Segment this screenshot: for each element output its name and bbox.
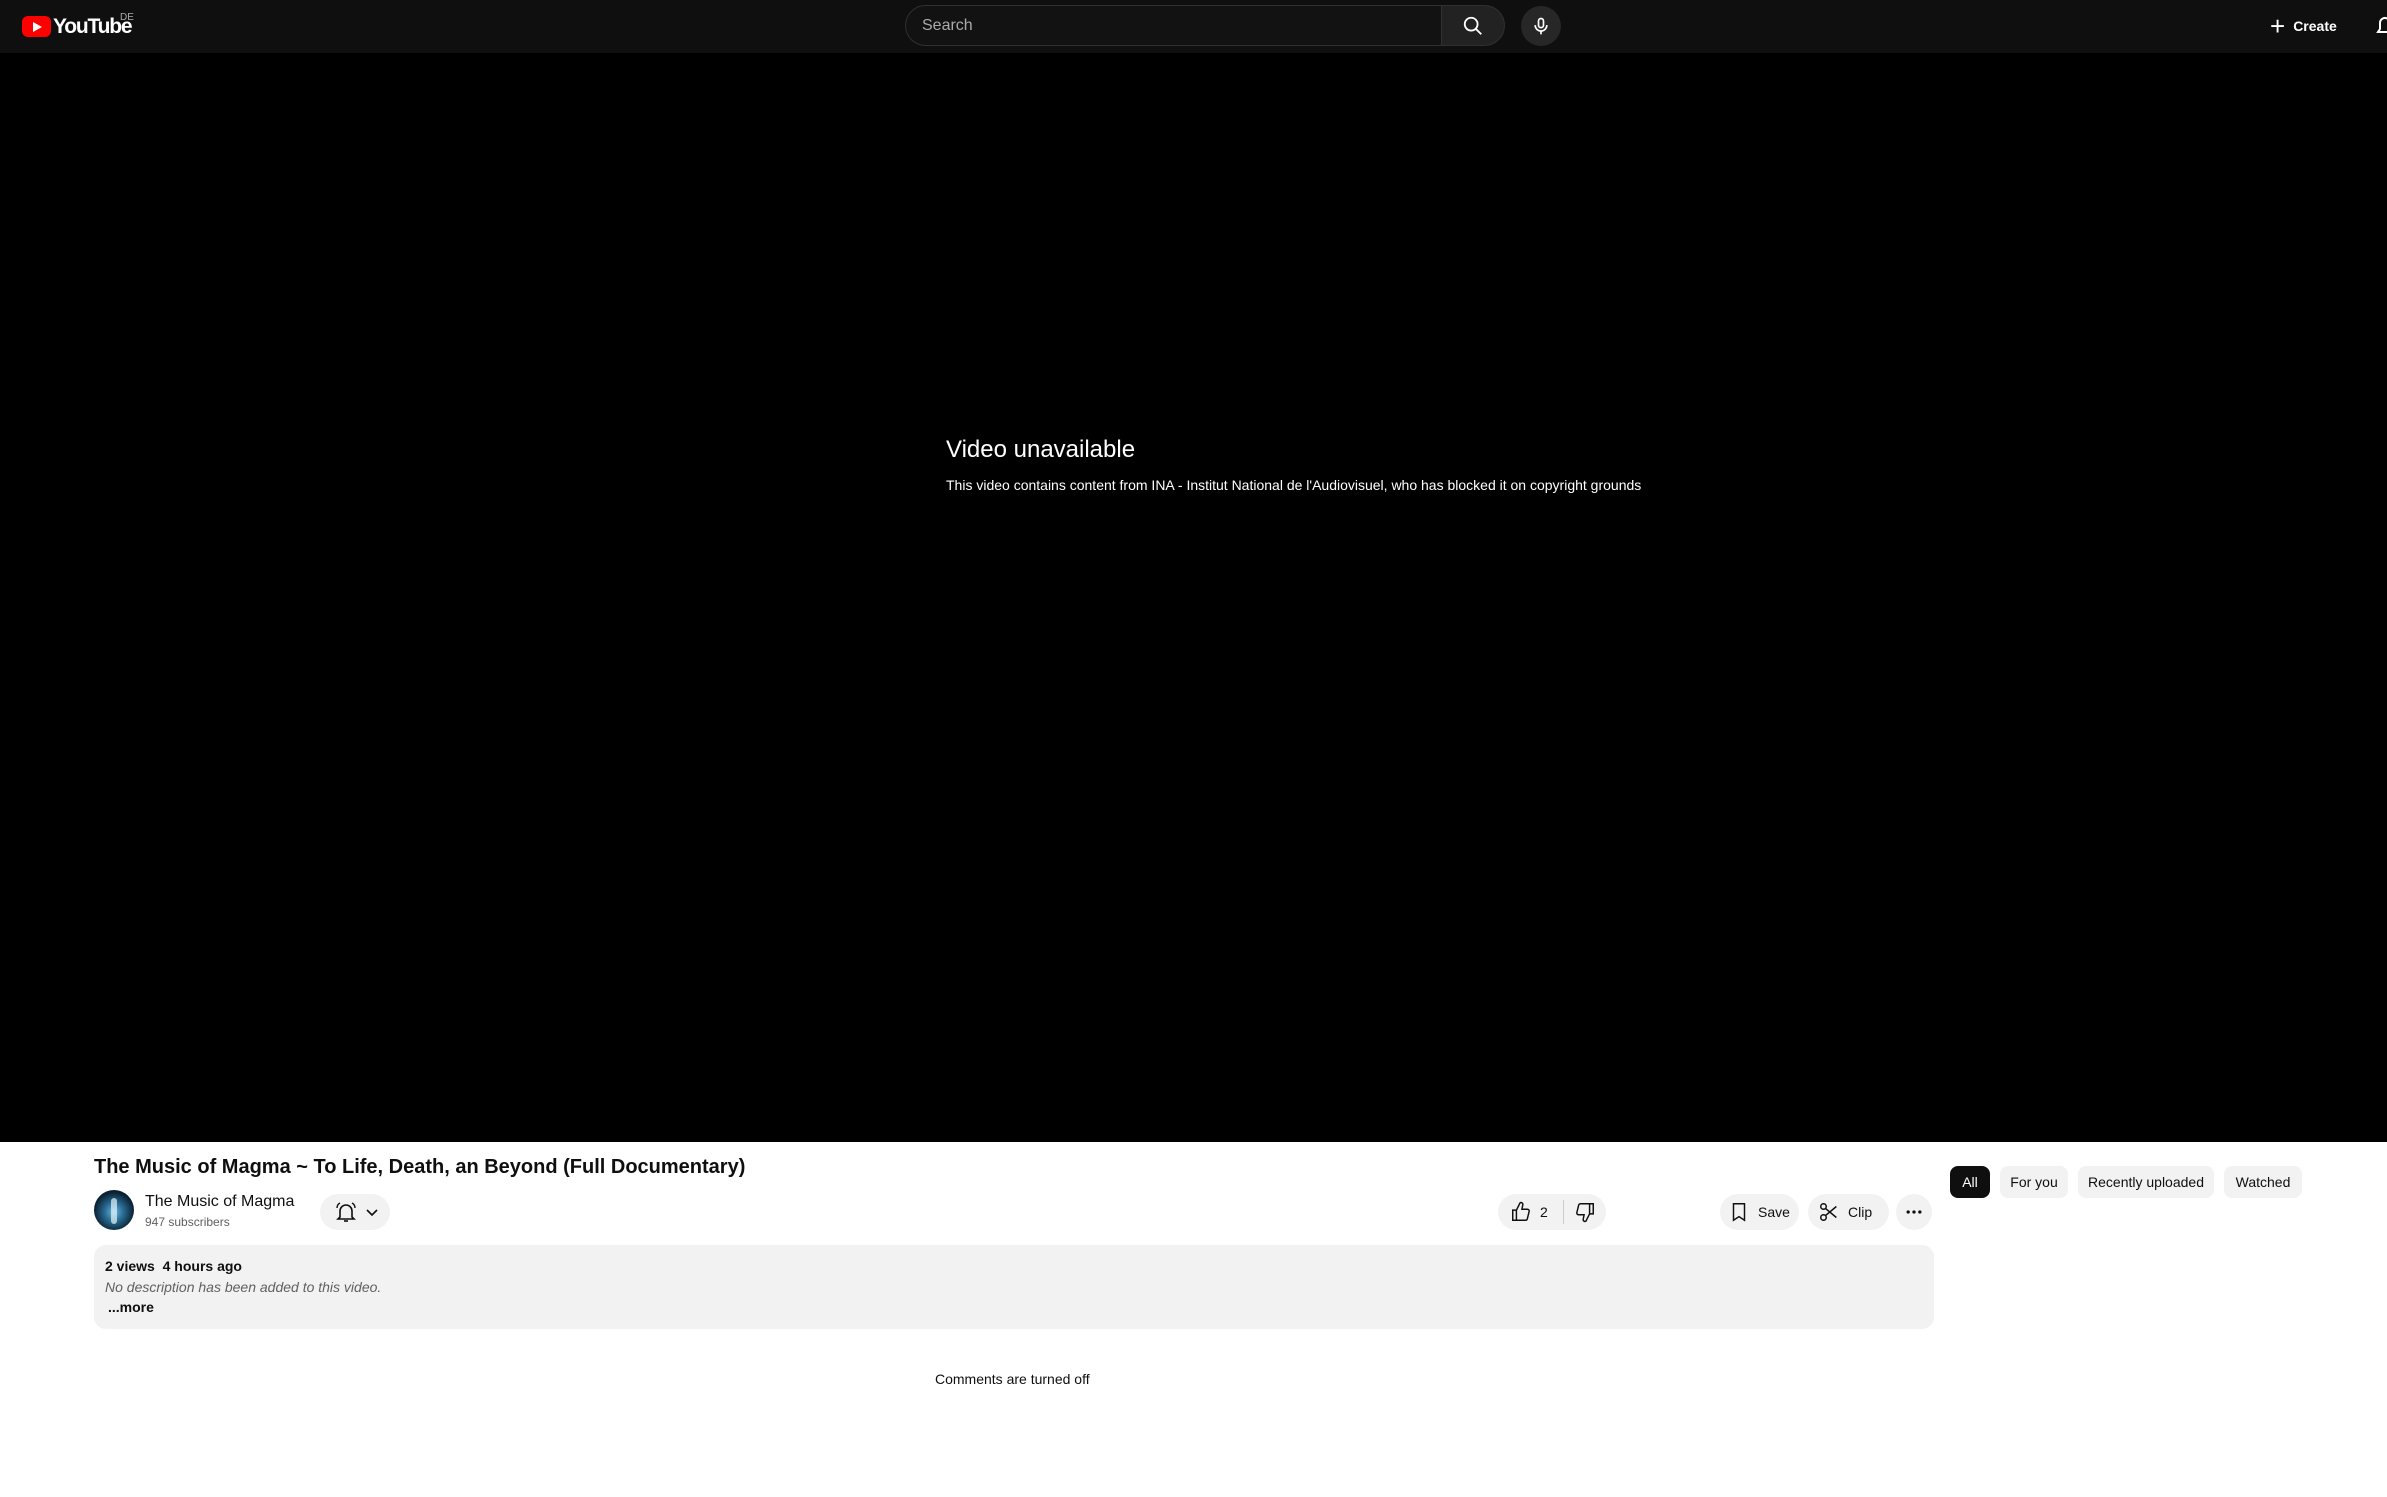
logo-region-code: DE [120, 12, 134, 23]
chip-watched[interactable]: Watched [2224, 1166, 2302, 1198]
voice-search-button[interactable] [1521, 6, 1561, 46]
search-input[interactable] [922, 6, 1422, 45]
plus-icon: + [2270, 11, 2286, 41]
chip-all[interactable]: All [1950, 1166, 1990, 1198]
more-actions-button[interactable] [1896, 1194, 1932, 1230]
bell-icon [336, 1202, 356, 1222]
clip-label: Clip [1848, 1204, 1873, 1220]
like-count: 2 [1540, 1204, 1548, 1220]
masthead: YouTube DE + Create [0, 0, 2387, 53]
notification-preferences-button[interactable] [320, 1194, 390, 1230]
scissors-icon [1820, 1203, 1837, 1221]
player-error-title: Video unavailable [946, 436, 1136, 463]
save-label: Save [1758, 1204, 1790, 1220]
save-button[interactable]: Save [1720, 1194, 1799, 1230]
chip-recently-uploaded[interactable]: Recently uploaded [2078, 1166, 2214, 1198]
dislike-button[interactable] [1564, 1201, 1596, 1223]
thumbs-down-icon [1576, 1203, 1594, 1223]
search-button[interactable] [1441, 5, 1505, 46]
search-box [905, 5, 1442, 46]
description-more-link[interactable]: ...more [108, 1299, 154, 1315]
upload-date: 4 hours ago [162, 1258, 242, 1274]
player-error-message: This video contains content from INA - I… [946, 477, 1642, 493]
video-title: The Music of Magma ~ To Life, Death, an … [94, 1156, 746, 1178]
owner-row: The Music of Magma 947 subscribers [94, 1190, 1934, 1232]
notifications-bell-icon[interactable] [2376, 14, 2387, 38]
youtube-play-icon [22, 16, 51, 37]
view-and-date-info: 2 views 4 hours ago [105, 1258, 242, 1274]
chevron-down-icon [366, 1209, 378, 1217]
search-icon [1463, 16, 1482, 35]
more-horizontal-icon [1906, 1210, 1922, 1214]
comments-status: Comments are turned off [935, 1371, 1090, 1387]
bookmark-icon [1732, 1203, 1746, 1222]
youtube-logo[interactable]: YouTube [22, 14, 133, 39]
view-count: 2 views [105, 1258, 155, 1274]
like-button[interactable]: 2 [1498, 1200, 1564, 1224]
description-text: No description has been added to this vi… [105, 1279, 382, 1295]
create-button[interactable]: + Create [2270, 8, 2337, 44]
like-dislike-segment: 2 [1498, 1194, 1606, 1230]
subscriber-count: 947 subscribers [145, 1215, 230, 1229]
channel-name[interactable]: The Music of Magma [145, 1193, 294, 1211]
clip-button[interactable]: Clip [1808, 1194, 1889, 1230]
video-player[interactable]: Video unavailable This video contains co… [0, 53, 2387, 1142]
description-box[interactable]: 2 views 4 hours ago No description has b… [94, 1245, 1934, 1329]
chip-for-you[interactable]: For you [2000, 1166, 2068, 1198]
microphone-icon [1534, 17, 1548, 35]
create-label: Create [2293, 18, 2337, 34]
channel-avatar[interactable] [94, 1190, 134, 1230]
thumbs-up-icon [1512, 1201, 1530, 1221]
